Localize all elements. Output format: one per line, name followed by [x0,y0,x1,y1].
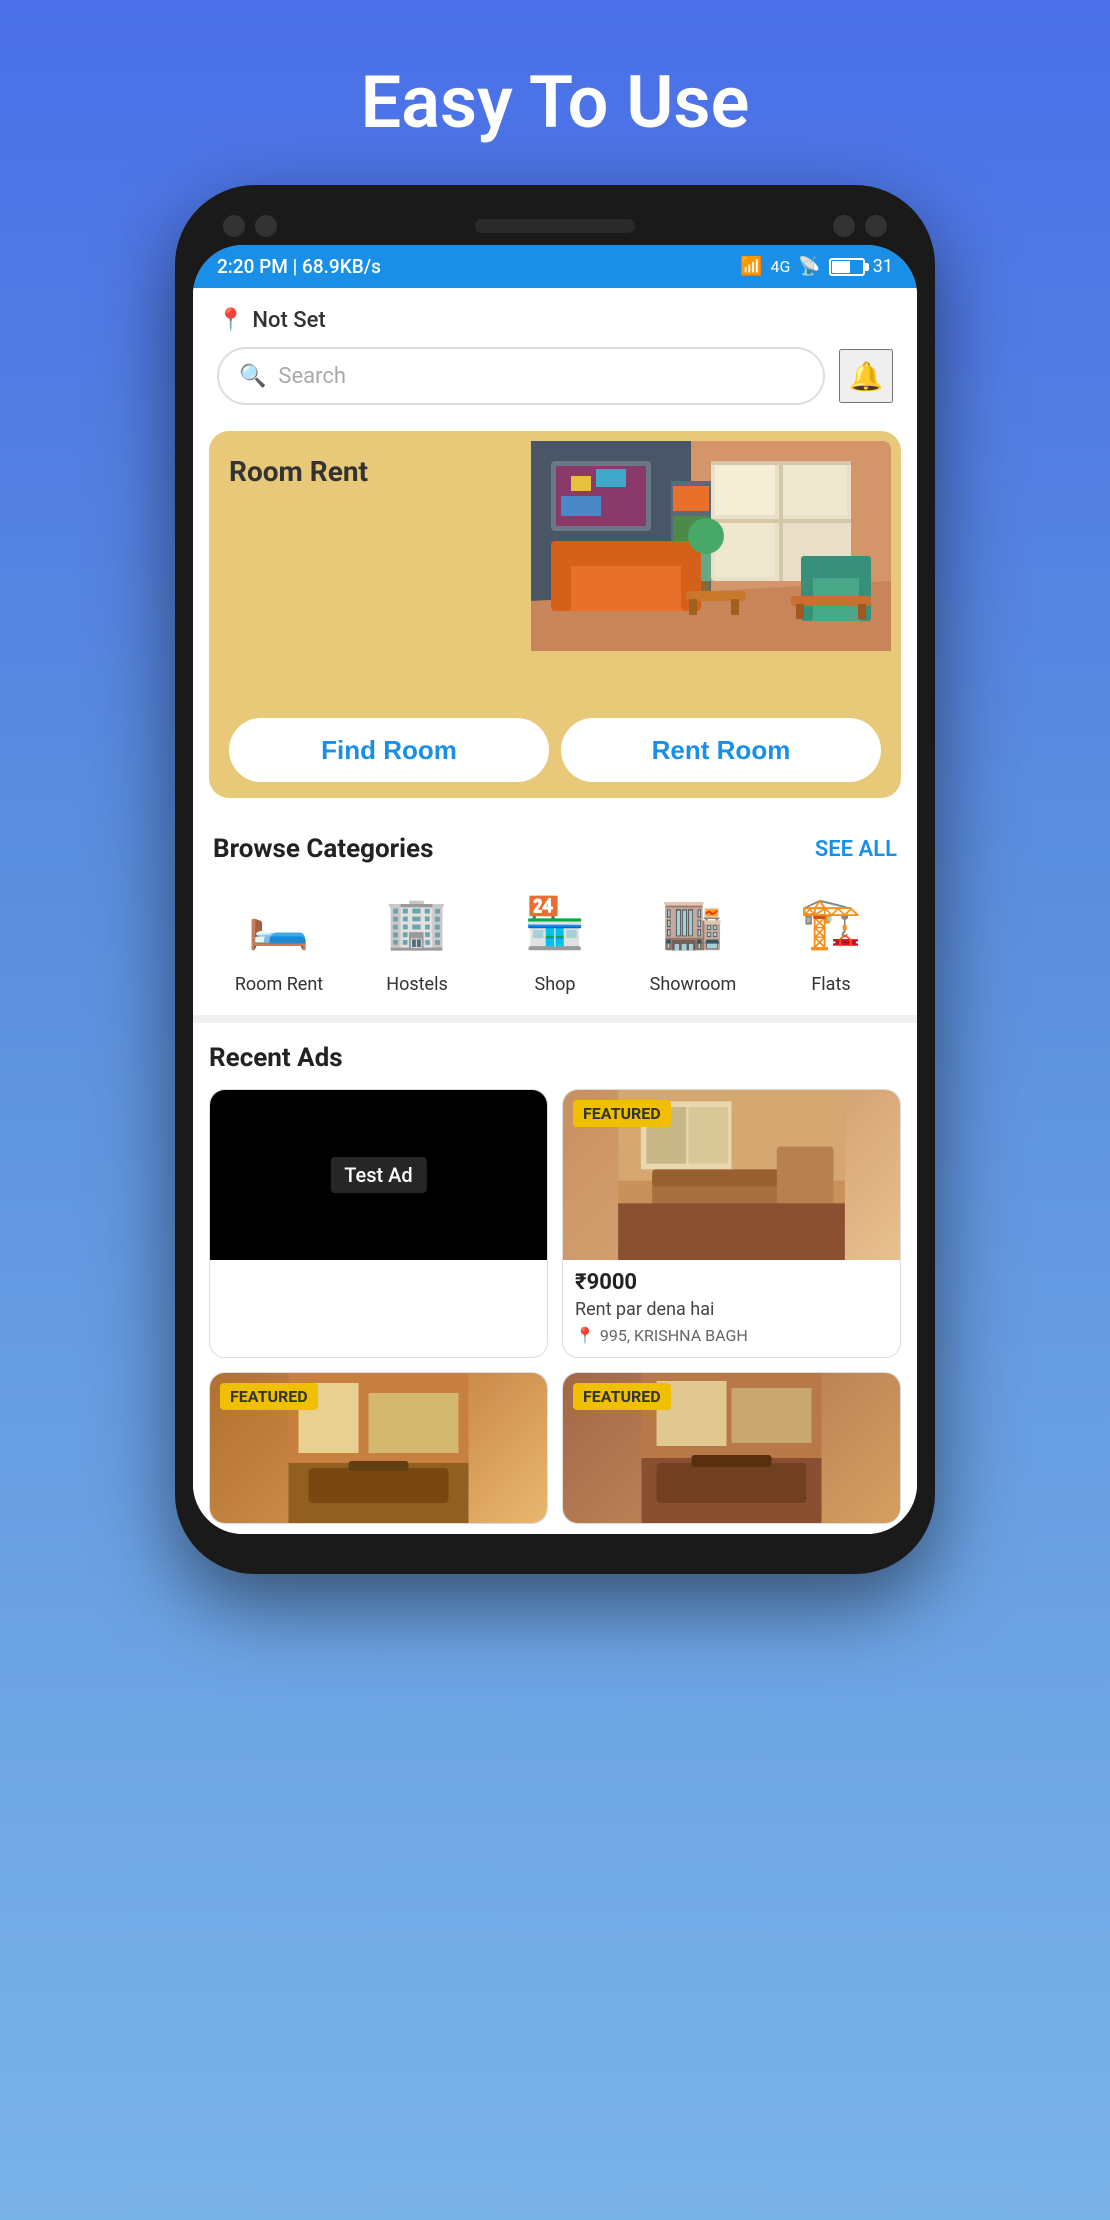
category-hostels[interactable]: 🏢 Hostels [351,884,483,995]
category-flats[interactable]: 🏗️ Flats [765,884,897,995]
featured-ad-image-2: FEATURED [210,1373,547,1523]
categories-header: Browse Categories SEE ALL [213,834,897,864]
flats-icon: 🏗️ [791,884,871,964]
featured-ad-image-3: FEATURED [563,1373,900,1523]
phone-camera-left [223,215,277,237]
category-flats-label: Flats [811,974,850,995]
banner-buttons: Find Room Rent Room [229,718,881,782]
flash-dot [865,215,887,237]
rent-room-button[interactable]: Rent Room [561,718,881,782]
ad-price-1: ₹9000 [575,1270,888,1295]
category-room-rent[interactable]: 🛏️ Room Rent [213,884,345,995]
sensor-dot [255,215,277,237]
showroom-icon: 🏬 [653,884,733,964]
search-placeholder: Search [278,364,346,389]
page-title: Easy To Use [361,60,750,145]
battery-pct: 31 [873,256,893,277]
category-shop[interactable]: 🏪 Shop [489,884,621,995]
battery-fill [832,261,850,273]
search-icon: 🔍 [239,364,266,389]
recent-ads-section: Recent Ads Test Ad [193,1023,917,1534]
camera-dot-right [833,215,855,237]
search-row: 🔍 Search 🔔 [217,347,893,405]
status-icons: 📶 4G 📡 31 [740,256,893,277]
ad-location-pin-icon-1: 📍 [575,1326,595,1345]
ads-grid: Test Ad [209,1089,901,1358]
front-camera-dot [223,215,245,237]
room-rent-banner: Room Rent [209,431,901,798]
phone-camera-right [833,215,887,237]
ad-card-featured-3[interactable]: FEATURED [562,1372,901,1524]
location-pin-icon: 📍 [217,308,244,333]
test-ad-image: Test Ad [210,1090,547,1260]
ad-location-text-1: 995, KRISHNA BAGH [600,1326,748,1345]
find-room-button[interactable]: Find Room [229,718,549,782]
test-ad-label: Test Ad [330,1157,426,1193]
bottom-ads-row: FEATURED [209,1372,901,1524]
phone-top-bar [193,215,917,237]
ad-card-featured-2[interactable]: FEATURED [209,1372,548,1524]
network-icon: 4G [770,257,790,276]
location-text: Not Set [252,308,325,333]
category-hostels-label: Hostels [386,974,448,995]
signal-icon: 📶 [740,256,762,277]
speaker-bar [475,219,635,233]
app-content: 📍 Not Set 🔍 Search 🔔 Room Rent [193,288,917,1534]
wifi-icon: 📡 [798,256,820,277]
browse-categories-section: Browse Categories SEE ALL 🛏️ Room Rent 🏢… [193,814,917,1015]
ad-location-1: 📍 995, KRISHNA BAGH [575,1326,888,1345]
battery-icon [829,258,865,276]
see-all-button[interactable]: SEE ALL [815,837,897,862]
recent-ads-title: Recent Ads [209,1043,901,1073]
featured-badge-1: FEATURED [573,1100,671,1127]
category-showroom-label: Showroom [650,974,737,995]
category-room-rent-label: Room Rent [235,974,323,995]
notification-button[interactable]: 🔔 [839,349,893,403]
search-box[interactable]: 🔍 Search [217,347,825,405]
location-bar[interactable]: 📍 Not Set [217,308,893,333]
category-shop-label: Shop [535,974,576,995]
page-header: Easy To Use [0,0,1110,185]
ad-card-test[interactable]: Test Ad [209,1089,548,1358]
section-divider [193,1015,917,1023]
bell-icon: 🔔 [849,360,884,393]
shop-icon: 🏪 [515,884,595,964]
hostels-icon: 🏢 [377,884,457,964]
categories-row: 🛏️ Room Rent 🏢 Hostels 🏪 Shop 🏬 Showroom [213,884,897,1005]
ad-title-1: Rent par dena hai [575,1299,888,1320]
app-header: 📍 Not Set 🔍 Search 🔔 [193,288,917,421]
phone-screen: 2:20 PM | 68.9KB/s 📶 4G 📡 31 📍 Not Set [193,245,917,1534]
categories-title: Browse Categories [213,834,433,864]
featured-badge-2: FEATURED [220,1383,318,1410]
status-time: 2:20 PM | 68.9KB/s [217,255,381,278]
status-bar: 2:20 PM | 68.9KB/s 📶 4G 📡 31 [193,245,917,288]
category-showroom[interactable]: 🏬 Showroom [627,884,759,995]
featured-ad-image-1: FEATURED [563,1090,900,1260]
room-rent-icon: 🛏️ [239,884,319,964]
banner-illustration [531,441,891,651]
phone-frame: 2:20 PM | 68.9KB/s 📶 4G 📡 31 📍 Not Set [175,185,935,1574]
ad-info-1: ₹9000 Rent par dena hai 📍 995, KRISHNA B… [563,1260,900,1357]
ad-card-featured-1[interactable]: FEATURED ₹9000 Rent par dena hai 📍 995, … [562,1089,901,1358]
featured-badge-3: FEATURED [573,1383,671,1410]
